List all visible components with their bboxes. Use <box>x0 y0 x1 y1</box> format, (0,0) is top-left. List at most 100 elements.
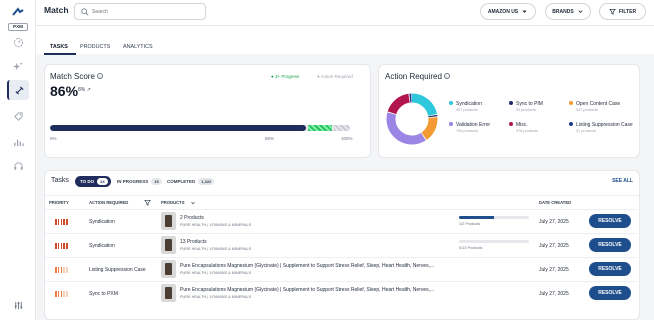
app: PXM Match AMAZON US <box>0 0 654 320</box>
row-progress-bar <box>459 216 529 219</box>
tab-products[interactable]: PRODUCTS <box>80 44 110 50</box>
product-name[interactable]: Pure Encapsulations Magnesium (Glycinate… <box>180 287 434 293</box>
product-thumbnail <box>161 212 176 230</box>
search-input[interactable] <box>92 6 202 18</box>
sidebar-item-match[interactable] <box>7 80 29 100</box>
row-progress-label: 1/2 Products <box>459 222 481 226</box>
date-cell: July 27, 2025 <box>539 219 569 225</box>
priority-bar <box>66 267 68 273</box>
product-meta: PURE HEALTH | VITAMINS & MINERALS <box>180 223 252 227</box>
marketplace-dropdown[interactable]: AMAZON US <box>480 3 536 20</box>
row-progress-fill <box>459 216 494 219</box>
sidebar-item-support[interactable] <box>7 156 29 176</box>
priority-bar <box>60 243 63 249</box>
priority-bar <box>63 267 65 273</box>
legend-action-required: ● Action Required <box>317 74 353 79</box>
legend-count: 796 products <box>456 129 478 133</box>
link-icon <box>14 85 24 95</box>
priority-bar <box>63 291 65 297</box>
legend-item[interactable]: Listing Suppression Case 37 products <box>569 122 633 134</box>
brands-button[interactable]: BRANDS <box>545 3 591 20</box>
sort-chevron-icon[interactable] <box>190 200 196 206</box>
product-name[interactable]: 2 Products <box>180 215 204 221</box>
logo[interactable]: PXM <box>8 4 28 31</box>
search-icon <box>81 8 89 16</box>
legend-dot <box>509 122 513 126</box>
table-row[interactable]: Syndication 2 Products PURE HEALTH | VITAM… <box>45 209 637 232</box>
legend-dot <box>569 122 573 126</box>
priority-indicator <box>55 267 68 273</box>
priority-bar <box>57 267 60 273</box>
legend-item[interactable]: Open Content Case 347 products <box>569 101 620 113</box>
brands-label: BRANDS <box>552 8 574 15</box>
tasks-title: Tasks <box>51 177 69 184</box>
tab-bar: TASKS PRODUCTS ANALYTICS <box>36 26 654 54</box>
info-icon[interactable]: i <box>96 73 103 79</box>
chip-in-progress[interactable]: IN PROGRESS 15 <box>112 176 165 187</box>
search-box[interactable] <box>74 3 206 20</box>
resolve-button[interactable]: RESOLVE <box>589 262 631 276</box>
sidebar-item-insights[interactable] <box>7 56 29 76</box>
legend-count: 347 products <box>576 108 598 112</box>
filter-icon <box>609 8 616 15</box>
product-name[interactable]: Pure Encapsulations Magnesium (Glycinate… <box>180 263 434 269</box>
col-header-action[interactable]: ACTION REQUIRED <box>89 200 128 205</box>
legend-progress: ● 3+ Progress <box>271 74 300 79</box>
action-cell: Syndication <box>89 243 115 249</box>
sidebar-item-tags[interactable] <box>7 106 29 126</box>
priority-indicator <box>55 243 68 249</box>
sidebar-item-analytics[interactable] <box>7 132 29 152</box>
tick-label-100: 100% <box>341 136 353 141</box>
legend-item[interactable]: Syndication 457 products <box>449 101 482 113</box>
row-progress-label: 0/13 Products <box>459 246 483 250</box>
sidebar-item-dashboard[interactable] <box>7 32 29 52</box>
resolve-button[interactable]: RESOLVE <box>589 214 631 228</box>
resolve-button[interactable]: RESOLVE <box>589 238 631 252</box>
action-cell: Syndication <box>89 219 115 225</box>
legend-dot <box>449 101 453 105</box>
table-row[interactable]: Listing Suppression Case Pure Encapsulati… <box>45 257 637 280</box>
legend-item[interactable]: Validation Error 796 products <box>449 122 490 134</box>
priority-bar <box>66 219 68 225</box>
priority-bar <box>60 219 63 225</box>
filter-button[interactable]: FILTER <box>599 3 646 20</box>
info-icon[interactable]: i <box>443 73 450 79</box>
match-score-title: Match Score i <box>50 72 103 81</box>
progress-matched-segment <box>50 125 306 131</box>
chip-todo[interactable]: TO DO 24 <box>75 176 111 187</box>
action-required-title: Action Required i <box>385 72 450 81</box>
col-header-products[interactable]: PRODUCTS <box>161 200 185 205</box>
legend-item[interactable]: Sync to PIM 30 products <box>509 101 543 113</box>
table-row[interactable]: Sync to PXM Pure Encapsulations Magnesium… <box>45 281 637 304</box>
resolve-button[interactable]: RESOLVE <box>589 286 631 300</box>
match-progress-bar <box>50 125 350 131</box>
column-filter-icon[interactable] <box>144 199 151 206</box>
see-all-link[interactable]: SEE ALL <box>612 178 633 184</box>
product-meta: PURE HEALTH | VITAMINS & MINERALS <box>180 295 252 299</box>
priority-indicator <box>55 291 68 297</box>
priority-bar <box>55 291 57 297</box>
col-header-priority[interactable]: PRIORITY <box>49 200 69 205</box>
table-row[interactable]: Syndication 13 Products PURE HEALTH | VITA… <box>45 233 637 256</box>
marketplace-label: AMAZON US <box>487 8 519 15</box>
tab-analytics[interactable]: ANALYTICS <box>123 44 153 50</box>
action-cell: Sync to PXM <box>89 291 118 297</box>
product-name[interactable]: 13 Products <box>180 239 207 245</box>
priority-bar <box>66 243 68 249</box>
match-score-value: 86% <box>50 83 79 99</box>
product-meta: PURE HEALTH | VITAMINS & MINERALS <box>180 271 252 275</box>
chip-completed[interactable]: COMPLETED 1,322 <box>162 176 217 187</box>
col-header-date[interactable]: DATE CREATED <box>539 200 571 205</box>
product-thumbnail <box>161 236 176 254</box>
sparkle-icon <box>12 62 22 70</box>
action-donut-chart <box>386 93 438 145</box>
sidebar-item-settings[interactable] <box>7 295 29 315</box>
priority-bar <box>55 267 57 273</box>
priority-bar <box>66 291 68 297</box>
legend-dot <box>569 101 573 105</box>
legend-dot <box>449 122 453 126</box>
action-cell: Listing Suppression Case <box>89 267 146 273</box>
legend-item[interactable]: Misc. 378 products <box>509 122 538 134</box>
tab-tasks[interactable]: TASKS <box>50 44 68 50</box>
priority-bar <box>55 243 57 249</box>
